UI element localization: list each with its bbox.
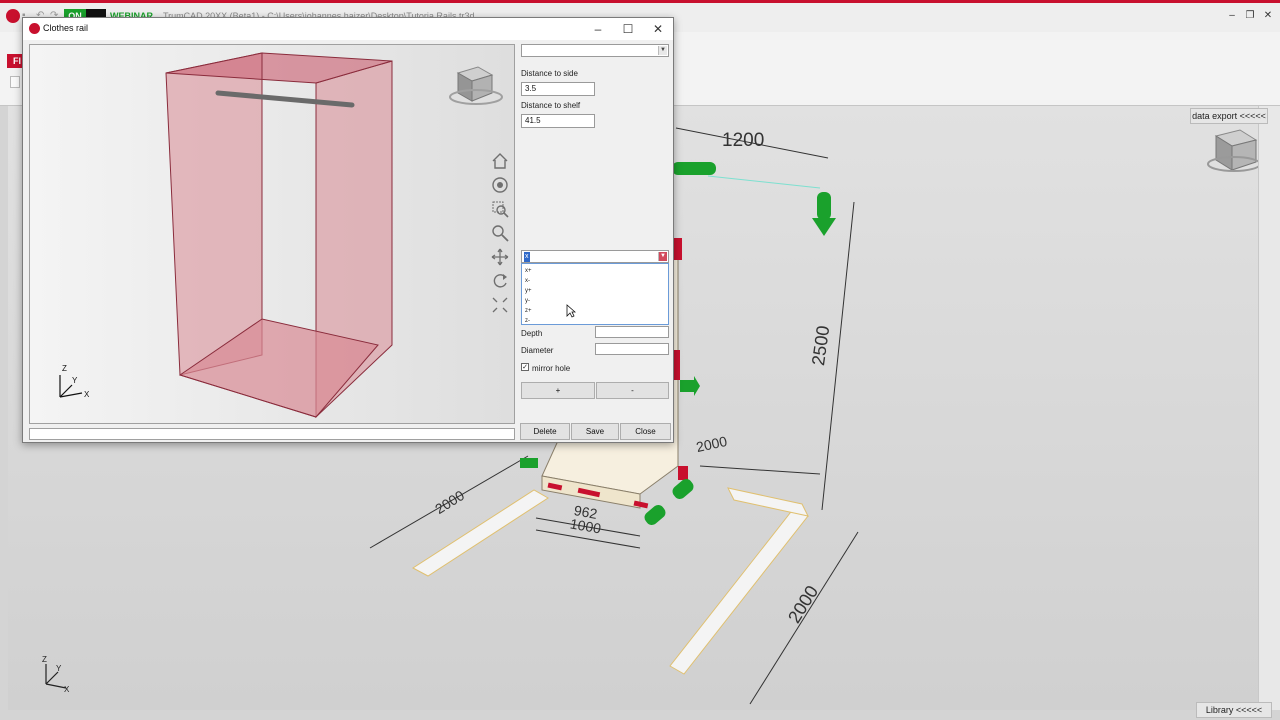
svg-text:X: X bbox=[84, 390, 90, 399]
edge-marker bbox=[678, 466, 688, 480]
dialog-app-icon bbox=[29, 23, 40, 34]
dialog-close-button[interactable]: ✕ bbox=[644, 20, 672, 38]
fit-icon[interactable] bbox=[490, 295, 510, 315]
pan-icon[interactable] bbox=[490, 247, 510, 267]
app-maximize-button[interactable]: ❐ bbox=[1242, 10, 1258, 24]
direction-option[interactable]: x+ bbox=[525, 268, 532, 274]
clothes-rail-dialog: Clothes rail – ☐ ✕ Z X Y ▼ Distance to s… bbox=[22, 17, 674, 443]
rotate-icon[interactable] bbox=[490, 271, 510, 291]
direction-select[interactable]: x ▼ bbox=[521, 250, 669, 263]
preview-status-bar bbox=[29, 428, 515, 440]
app-logo-icon bbox=[6, 9, 20, 23]
library-button[interactable]: Library <<<<< bbox=[1196, 702, 1272, 718]
svg-text:Y: Y bbox=[72, 376, 78, 385]
svg-text:X: X bbox=[64, 685, 70, 694]
distance-shelf-input[interactable]: 41.5 bbox=[521, 114, 595, 128]
ribbon-tool-icon[interactable] bbox=[10, 76, 20, 88]
delete-button[interactable]: Delete bbox=[520, 423, 570, 440]
rail-preview-3d[interactable]: Z X Y bbox=[29, 44, 515, 424]
dim-line-depth bbox=[699, 465, 821, 475]
direction-option[interactable]: z- bbox=[525, 318, 530, 324]
floor-strip-back bbox=[727, 487, 809, 517]
preview-axis-triad: Z X Y bbox=[59, 364, 90, 399]
data-export-button[interactable]: data export <<<<< bbox=[1190, 108, 1268, 124]
direction-option[interactable]: y- bbox=[525, 298, 530, 304]
axis-triad: Z X Y bbox=[42, 655, 70, 694]
save-button[interactable]: Save bbox=[571, 423, 619, 440]
chevron-down-icon[interactable]: ▼ bbox=[658, 46, 667, 55]
app-minimize-button[interactable]: – bbox=[1224, 10, 1240, 24]
right-side-panel[interactable] bbox=[1258, 106, 1280, 710]
rail-type-select[interactable]: ▼ bbox=[521, 44, 669, 57]
direction-option[interactable]: z+ bbox=[525, 308, 532, 314]
direction-option[interactable]: y+ bbox=[525, 288, 532, 294]
green-arrow-bottom-right[interactable] bbox=[670, 477, 696, 502]
depth-label: Depth bbox=[521, 329, 543, 338]
close-button[interactable]: Close bbox=[620, 423, 671, 440]
add-button[interactable]: + bbox=[521, 382, 595, 399]
dialog-minimize-button[interactable]: – bbox=[584, 20, 612, 38]
dialog-maximize-button[interactable]: ☐ bbox=[614, 20, 642, 38]
cyan-guide-line bbox=[707, 175, 821, 189]
green-arrow-top-right[interactable] bbox=[812, 192, 836, 236]
svg-text:Z: Z bbox=[62, 364, 67, 373]
green-arrow-left[interactable] bbox=[520, 458, 538, 468]
home-icon[interactable] bbox=[490, 151, 510, 171]
distance-shelf-label: Distance to shelf bbox=[521, 101, 581, 110]
distance-side-input[interactable]: 3.5 bbox=[521, 82, 595, 96]
direction-option[interactable]: x- bbox=[525, 278, 530, 284]
green-arrow-side[interactable] bbox=[680, 376, 700, 396]
mouse-cursor-icon bbox=[566, 304, 576, 318]
svg-text:Y: Y bbox=[56, 664, 62, 673]
depth-input[interactable] bbox=[595, 326, 669, 338]
distance-side-label: Distance to side bbox=[521, 69, 578, 78]
mirror-hole-label: mirror hole bbox=[532, 364, 571, 373]
diameter-input[interactable] bbox=[595, 343, 669, 355]
diameter-label: Diameter bbox=[521, 346, 554, 355]
zoom-icon[interactable] bbox=[490, 223, 510, 243]
direction-selected-value: x bbox=[524, 252, 530, 262]
remove-button[interactable]: - bbox=[596, 382, 669, 399]
dialog-titlebar: Clothes rail – ☐ ✕ bbox=[23, 18, 673, 40]
floor-strip-right bbox=[669, 507, 809, 675]
svg-text:Z: Z bbox=[42, 655, 47, 664]
dimension-label: 1200 bbox=[722, 130, 765, 151]
dialog-title: Clothes rail bbox=[43, 23, 89, 33]
app-close-button[interactable]: ✕ bbox=[1260, 10, 1276, 24]
mirror-hole-checkbox[interactable]: ✓ bbox=[521, 363, 529, 371]
chevron-down-icon[interactable]: ▼ bbox=[658, 252, 667, 261]
left-panel bbox=[165, 52, 263, 376]
view-icon[interactable] bbox=[490, 175, 510, 195]
trumcad-app: ▪ ↶ ↷ ON WEBINAR TrumCAD 20XX (Beta1) - … bbox=[0, 0, 1280, 720]
zoom-window-icon[interactable] bbox=[490, 199, 510, 219]
cabinet-preview: Z X Y bbox=[59, 52, 503, 419]
preview-view-cube[interactable] bbox=[449, 66, 503, 105]
view-cube[interactable] bbox=[1207, 129, 1258, 172]
direction-dropdown-list: x+ x- y+ y- z+ z- bbox=[521, 263, 669, 325]
